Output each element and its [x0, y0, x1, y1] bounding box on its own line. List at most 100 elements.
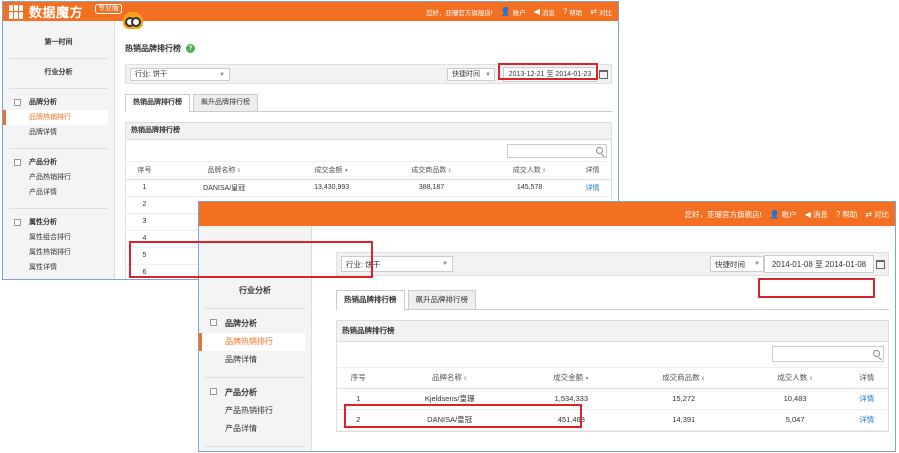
column-header-label: 详情	[859, 373, 875, 383]
sidebar-item-top[interactable]: 行业分析	[9, 65, 108, 80]
sidebar-group-title[interactable]: 品牌分析	[9, 95, 108, 110]
sidebar-item[interactable]: 品牌详情	[9, 125, 108, 140]
help-icon: ?	[835, 209, 841, 219]
sidebar-group: 品牌分析品牌热销排行 品牌详情	[3, 89, 108, 149]
column-header[interactable]: 成交人数 ⇕	[485, 162, 574, 180]
page-title: 热销品牌排行榜 ?	[125, 43, 612, 54]
nav-speaker[interactable]: ◀ 消息	[534, 7, 555, 17]
table-cell: 3	[126, 213, 163, 231]
details-link[interactable]: 详情	[845, 388, 888, 410]
sidebar-item[interactable]: 品牌详情	[205, 351, 305, 369]
search-icon[interactable]	[596, 147, 603, 154]
sidebar-group-label: 品牌分析	[225, 319, 257, 328]
help-icon[interactable]: ?	[186, 44, 195, 53]
nav-label: 账户	[781, 209, 797, 219]
sidebar: 第一时间行业分析品牌分析品牌热销排行 品牌详情产品分析 产品热销排行 产品详情属性分析…	[3, 21, 115, 279]
nav-label: 帮助	[842, 209, 858, 219]
sidebar-group-title[interactable]: 产品分析	[205, 384, 305, 402]
chevron-down-icon: ▼	[442, 261, 448, 267]
search-icon[interactable]	[873, 350, 880, 357]
top-nav: 您好，亚珊官方旗舰店! 👤 账户 ◀ 消息? 帮助 ⇄ 对比	[426, 2, 612, 21]
column-header-label: 成交人数	[777, 373, 808, 383]
nav-compare[interactable]: ⇄ 对比	[865, 209, 889, 220]
search-input[interactable]	[507, 144, 607, 158]
column-header[interactable]: 成交商品数 ⇕	[622, 368, 745, 389]
sidebar-item[interactable]: 属性热销排行	[9, 245, 108, 260]
calendar-icon[interactable]	[876, 260, 885, 269]
sidebar-item[interactable]: 品牌热销排行	[199, 333, 305, 351]
sidebar-item-top[interactable]: 第一时间	[9, 35, 108, 50]
industry-select[interactable]: 行业: 饼干 ▼	[130, 68, 230, 81]
quick-time-label: 快捷时间	[715, 260, 745, 269]
sort-icon[interactable]: ⇕	[446, 168, 452, 174]
sidebar-item[interactable]: 属性组合排行	[9, 230, 108, 245]
quick-time-label: 快捷时间	[452, 71, 480, 78]
table-cell: DANISA/皇冠	[162, 179, 286, 197]
column-header[interactable]: 成交人数 ⇕	[744, 368, 846, 389]
sidebar-item[interactable]: 产品详情	[205, 420, 305, 438]
column-header: 序号	[337, 368, 380, 389]
help-icon: ?	[562, 7, 568, 16]
sort-icon[interactable]: ▼	[583, 376, 590, 382]
column-header[interactable]: 成交商品数 ⇕	[377, 162, 486, 180]
nav-help[interactable]: ? 帮助	[836, 209, 857, 220]
column-header[interactable]: 成交金额 ▼	[285, 162, 378, 180]
column-header-label: 品牌名称	[431, 373, 462, 383]
column-header-label: 成交商品数	[411, 167, 447, 175]
nav-label: 您好，亚珊官方旗舰店!	[684, 209, 762, 219]
sort-icon[interactable]: ⇕	[807, 376, 813, 382]
column-header[interactable]: 品牌名称 ⇕	[162, 162, 286, 180]
collapse-square-icon	[210, 388, 217, 395]
table-header-row: 序号 品牌名称 ⇕ 成交金额 ▼ 成交商品数 ⇕ 成交人数 ⇕ 详情	[337, 368, 888, 389]
sort-icon[interactable]: ⇕	[700, 376, 705, 382]
date-range-input[interactable]: 2014-01-08 至 2014-01-08	[764, 255, 874, 273]
sort-icon[interactable]: ▼	[342, 168, 349, 174]
search-row	[337, 342, 888, 368]
sidebar-section: 行业分析	[205, 276, 305, 309]
search-input[interactable]	[772, 346, 884, 362]
column-header-label: 成交金额	[553, 373, 584, 383]
tab-rising-brands[interactable]: 飙升品牌排行榜	[407, 290, 476, 309]
top-bar: 数据魔方 专业版 您好，亚珊官方旗舰店! 👤 账户 ◀ 消息? 帮助 ⇄ 对比	[3, 2, 618, 21]
sort-icon[interactable]: ⇕	[235, 168, 241, 174]
logo[interactable]: 数据魔方	[9, 4, 83, 20]
details-link[interactable]: 详情	[573, 179, 611, 197]
user-icon: 👤	[769, 209, 780, 219]
sidebar-item[interactable]: 属性详情	[9, 260, 108, 275]
nav-user[interactable]: 👤 账户	[770, 209, 797, 220]
table-cell: 13,430,993	[285, 179, 378, 197]
collapse-square-icon	[14, 219, 21, 226]
tab-rising-brands[interactable]: 飙升品牌排行榜	[193, 94, 258, 111]
nav-user[interactable]: 👤 账户	[501, 7, 526, 17]
nav-compare[interactable]: ⇄ 对比	[590, 7, 612, 17]
chevron-down-icon: ▼	[485, 72, 491, 78]
sidebar-group-title[interactable]: 产品分析	[9, 155, 108, 170]
chevron-down-icon: ▼	[219, 72, 225, 78]
tab-hot-brands[interactable]: 热销品牌排行榜	[125, 94, 190, 112]
sidebar-group-label: 产品分析	[225, 388, 257, 397]
nav-help[interactable]: ? 帮助	[563, 7, 582, 17]
speaker-icon: ◀	[533, 7, 540, 16]
nav-speaker[interactable]: ◀ 消息	[805, 209, 828, 220]
sidebar-group-label: 品牌分析	[29, 99, 57, 106]
sort-icon[interactable]: ⇕	[462, 376, 467, 382]
sidebar-item[interactable]: 产品热销排行	[205, 402, 305, 420]
sort-icon[interactable]: ⇕	[541, 168, 546, 174]
quick-time-select[interactable]: 快捷时间 ▼	[447, 68, 495, 81]
tab-hot-brands[interactable]: 热销品牌排行榜	[336, 290, 405, 310]
quick-time-select[interactable]: 快捷时间 ▼	[710, 256, 764, 272]
column-header[interactable]: 品牌名称 ⇕	[379, 368, 520, 389]
sidebar-item[interactable]: 产品热销排行	[9, 170, 108, 185]
sidebar-group-title[interactable]: 品牌分析	[205, 315, 305, 333]
sidebar-item-top[interactable]: 行业分析	[205, 282, 305, 300]
column-header[interactable]: 成交金额 ▼	[519, 368, 623, 389]
highlight-date-range-1	[498, 63, 598, 80]
details-link[interactable]: 详情	[845, 409, 888, 431]
calendar-icon[interactable]	[599, 70, 608, 79]
sidebar-item[interactable]: 品牌热销排行	[3, 110, 108, 125]
search-row	[126, 140, 611, 162]
sidebar-group-title[interactable]: 属性分析	[9, 215, 108, 230]
column-header: 序号	[126, 162, 163, 180]
sidebar-group: 产品分析产品热销排行 产品详情	[205, 378, 305, 447]
sidebar-item[interactable]: 产品详情	[9, 185, 108, 200]
